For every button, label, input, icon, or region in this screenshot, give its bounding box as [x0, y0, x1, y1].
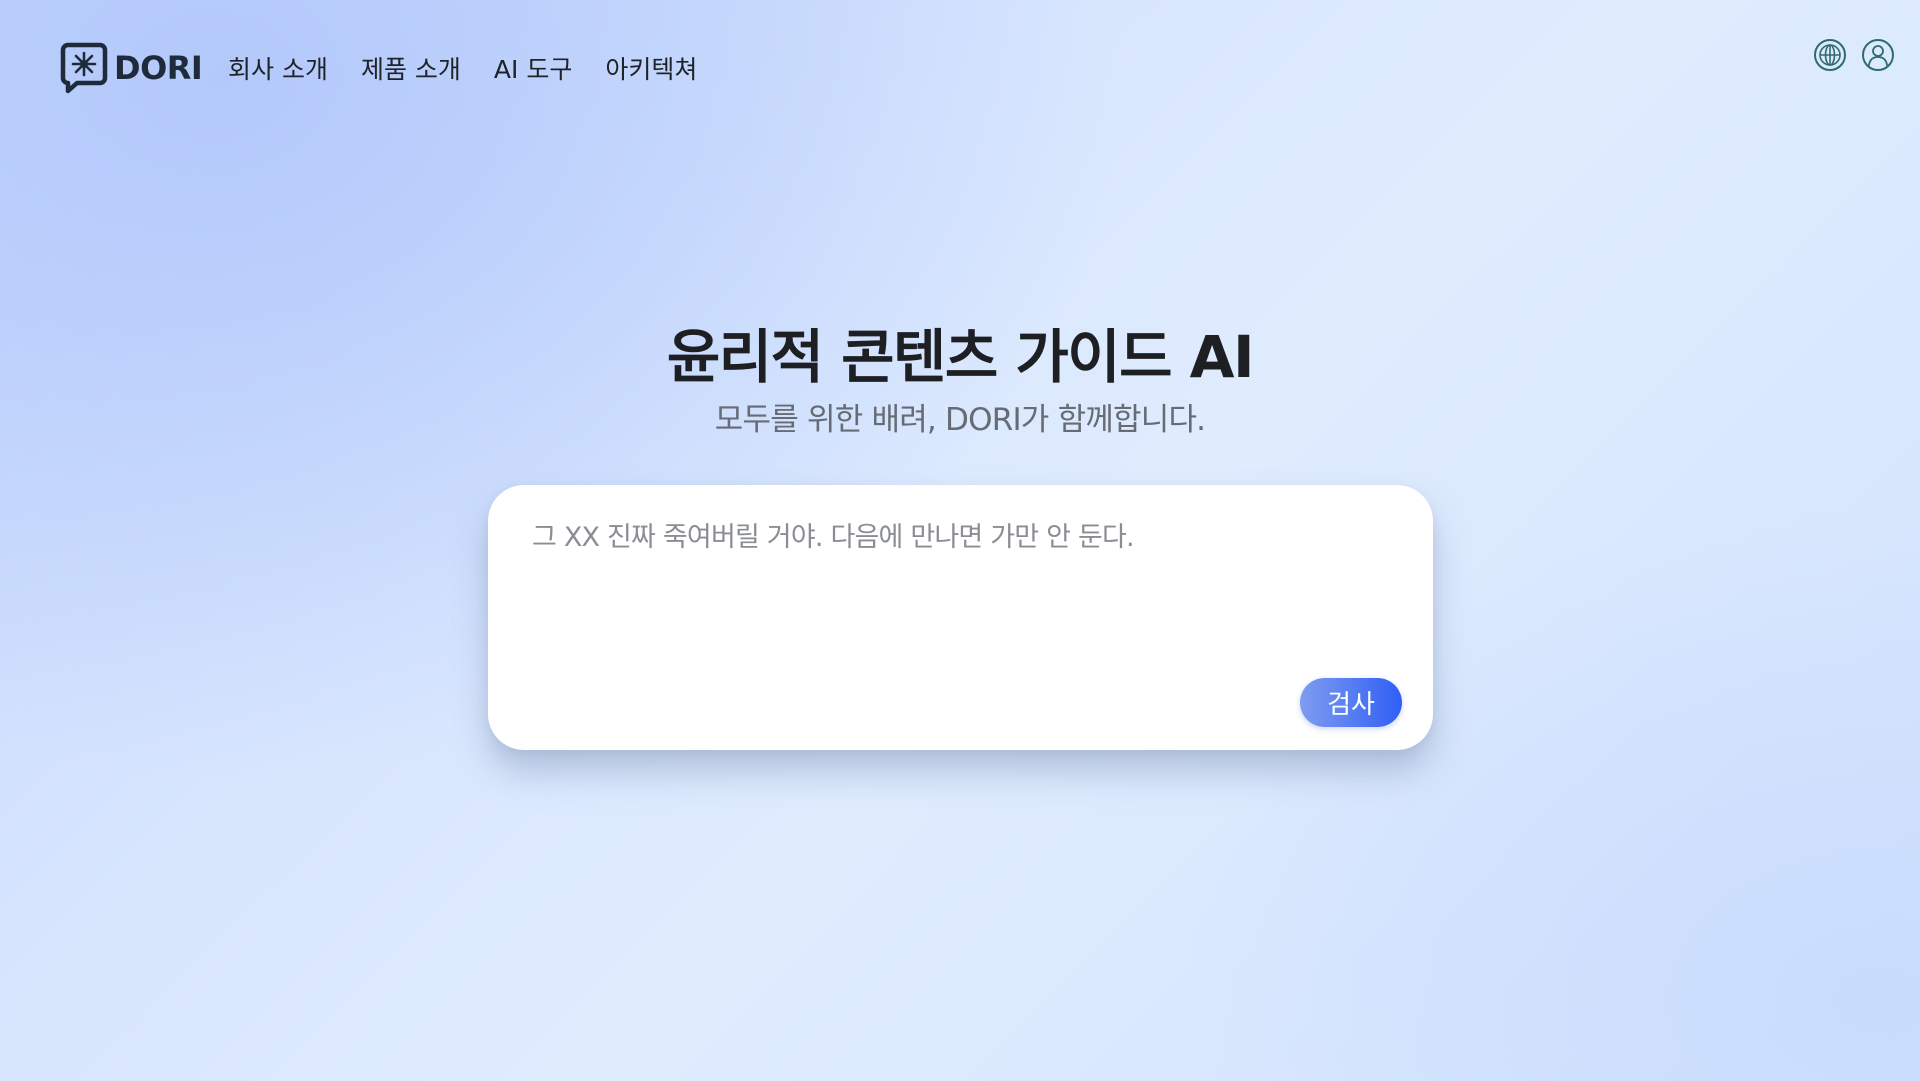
hero-subtitle: 모두를 위한 배려, DORI가 함께합니다.	[714, 402, 1206, 438]
content-input[interactable]: 그 XX 진짜 죽여버릴 거야. 다음에 만나면 가만 안 둔다.	[532, 515, 1392, 665]
content-check-card: 그 XX 진짜 죽여버릴 거야. 다음에 만나면 가만 안 둔다. 검사	[488, 485, 1433, 750]
chat-bubble-star-icon	[60, 42, 108, 94]
header-actions	[1813, 38, 1895, 72]
top-header: DORI 회사 소개 제품 소개 AI 도구 아키텍쳐	[0, 0, 1920, 130]
user-icon[interactable]	[1861, 38, 1895, 72]
check-button[interactable]: 검사	[1300, 678, 1402, 727]
nav-item-company[interactable]: 회사 소개	[228, 50, 328, 86]
main-nav: 회사 소개 제품 소개 AI 도구 아키텍쳐	[228, 50, 730, 86]
globe-icon[interactable]	[1813, 38, 1847, 72]
nav-item-products[interactable]: 제품 소개	[361, 50, 461, 86]
brand-name: DORI	[114, 49, 203, 87]
nav-item-ai-tools[interactable]: AI 도구	[494, 50, 572, 86]
hero-title: 윤리적 콘텐츠 가이드 AI	[666, 323, 1255, 391]
nav-item-architecture[interactable]: 아키텍쳐	[605, 50, 697, 86]
brand-logo[interactable]: DORI	[60, 42, 203, 94]
